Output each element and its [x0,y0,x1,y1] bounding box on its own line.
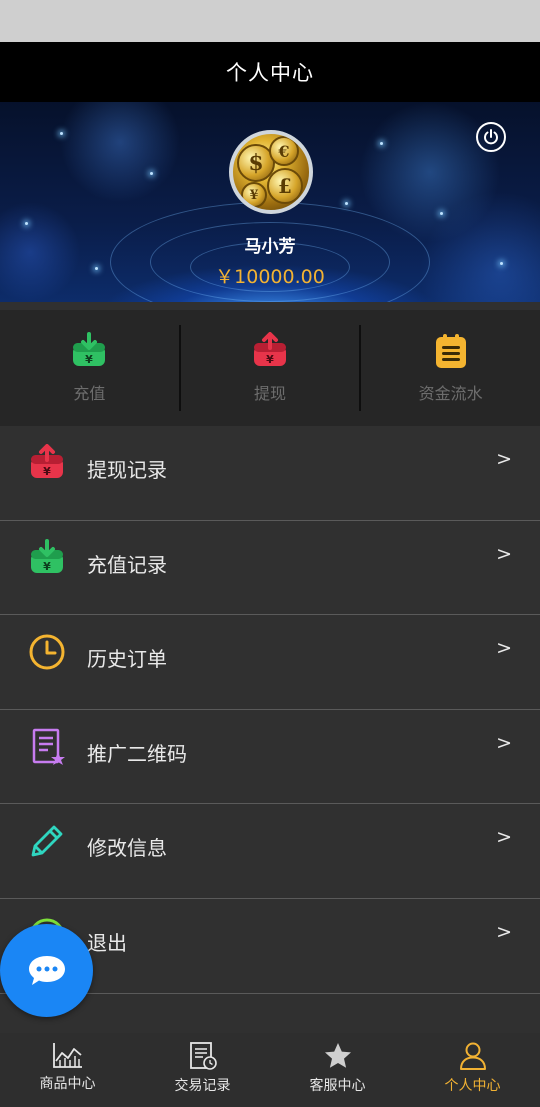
app-page: 个人中心 $ € £ ¥ 马小芳 ￥10000.00 ¥ 充值 ¥ 提现 资金流… [0,0,540,1107]
euro-coin-icon: € [269,136,299,166]
person-icon [459,1042,486,1070]
deposit-button[interactable]: ¥ 充值 [0,325,179,411]
chevron-right-icon: > [496,448,512,470]
withdraw-label: 提现 [254,384,287,403]
chevron-right-icon: > [496,731,512,754]
menu-item-label: 提现记录 [87,458,167,482]
profile-header: $ € £ ¥ 马小芳 ￥10000.00 [0,102,540,302]
chevron-right-icon: > [496,920,512,943]
chevron-right-icon: > [496,542,512,565]
menu-item-label: 修改信息 [87,836,167,861]
menu-item-label: 历史订单 [87,647,167,672]
chevron-right-icon: > [496,826,512,849]
receipt-clock-icon [189,1042,217,1070]
statement-button[interactable]: 资金流水 [361,325,540,411]
svg-text:¥: ¥ [266,353,274,366]
statement-icon [435,334,466,368]
account-balance: ￥10000.00 [215,266,325,288]
hero-star [345,202,348,205]
star-icon [324,1043,351,1068]
menu-item-label: 退出 [87,930,127,955]
yen-coin-icon: ¥ [241,182,267,208]
page-title: 个人中心 [226,61,314,85]
tab-label: 商品中心 [39,1076,96,1092]
hero-star [60,132,63,135]
username: 马小芳 [244,237,296,257]
statement-label: 资金流水 [418,384,483,403]
menu-item-edit-info[interactable]: 修改信息 > [0,804,540,899]
quick-actions: ¥ 充值 ¥ 提现 资金流水 [0,310,540,426]
tab-label: 个人中心 [444,1078,501,1094]
withdraw-icon: ¥ [254,332,286,366]
hero-star [150,172,153,175]
avatar[interactable]: $ € £ ¥ [229,130,313,214]
power-button[interactable] [476,122,506,152]
menu-item-referral-qrcode[interactable]: 推广二维码 > [0,709,540,805]
pencil-icon [28,822,66,860]
hero-star [440,212,443,215]
clock-icon [28,633,66,671]
deposit-label: 充值 [73,384,106,403]
tab-transactions[interactable]: 交易记录 [135,1033,270,1107]
menu-item-order-history[interactable]: 历史订单 > [0,615,540,710]
chart-icon [52,1043,82,1068]
hero-star [380,142,383,145]
bottom-tab-bar: 商品中心 交易记录 客服中心 个人中心 [0,1033,540,1107]
hero-star [25,222,28,225]
chevron-right-icon: > [496,637,512,660]
withdraw-button[interactable]: ¥ 提现 [181,325,360,411]
tab-label: 客服中心 [309,1078,366,1094]
top-bar: 个人中心 [0,42,540,102]
chat-bubble-icon [28,955,65,985]
deposit-icon: ¥ [73,332,106,366]
tab-customer-service[interactable]: 客服中心 [270,1033,405,1107]
tab-products[interactable]: 商品中心 [0,1033,135,1107]
tab-profile[interactable]: 个人中心 [405,1033,540,1107]
status-bar [0,0,540,42]
menu-list: ¥ 提现记录 > ¥ 充值记录 > 历史订单 > 推广二维码 > 修改信息 > … [0,426,540,994]
chat-button[interactable] [0,924,93,1017]
deposit-icon: ¥ [28,538,66,577]
menu-item-deposit-records[interactable]: ¥ 充值记录 > [0,520,540,616]
svg-text:¥: ¥ [86,353,94,366]
menu-item-withdraw-records[interactable]: ¥ 提现记录 > [0,426,540,521]
menu-item-label: 充值记录 [87,552,167,577]
tab-label: 交易记录 [174,1078,231,1094]
document-star-icon [28,728,66,766]
withdraw-icon: ¥ [28,444,66,482]
power-icon [484,129,498,145]
svg-text:¥: ¥ [43,465,51,478]
pound-coin-icon: £ [267,168,303,204]
menu-item-label: 推广二维码 [87,741,187,766]
svg-text:¥: ¥ [43,560,51,573]
